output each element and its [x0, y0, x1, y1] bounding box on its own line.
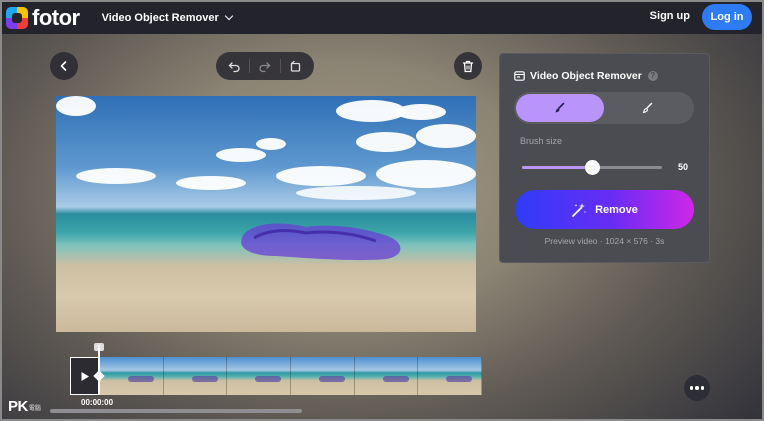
timeline-frame [227, 357, 292, 395]
chevron-left-icon [60, 61, 67, 71]
timeline-frame [100, 357, 164, 395]
play-icon [81, 371, 89, 381]
top-navigation-bar: fotor Video Object Remover Sign up Log i… [2, 2, 762, 34]
app-window: fotor Video Object Remover Sign up Log i… [0, 0, 764, 421]
eraser-mode-button[interactable] [604, 94, 692, 122]
eraser-brush-icon [642, 102, 653, 114]
delete-button[interactable] [454, 52, 482, 80]
trash-icon [462, 60, 474, 72]
signup-link[interactable]: Sign up [650, 10, 690, 22]
product-menu-label: Video Object Remover [101, 12, 219, 24]
timeline-frames [100, 357, 483, 395]
fotor-logo-icon [6, 7, 28, 29]
more-icon [700, 386, 705, 390]
watermark-subtext: 電腦 [28, 406, 41, 412]
more-icon [695, 386, 699, 390]
preview-video-info: Preview video · 1024 × 576 · 3s [544, 236, 665, 246]
redo-button[interactable] [254, 55, 276, 77]
brush-mode-button[interactable] [516, 94, 604, 122]
help-icon[interactable]: ? [647, 71, 658, 81]
frame-mask-mark [319, 376, 346, 382]
video-remover-icon [514, 71, 525, 81]
reset-button[interactable] [284, 55, 306, 77]
remove-button-label: Remove [595, 203, 638, 216]
frame-mask-mark [446, 376, 473, 382]
brush-size-value: 50 [678, 162, 689, 172]
remove-button[interactable]: Remove [515, 190, 694, 229]
current-time: 00:00:00 [81, 398, 114, 407]
timeline-frame [418, 357, 483, 395]
fotor-logo[interactable]: fotor [6, 5, 80, 31]
redo-icon [259, 61, 271, 72]
slider-fill [522, 166, 592, 169]
panel-title-text: Video Object Remover [530, 70, 642, 82]
more-icon [689, 386, 694, 390]
magic-wand-icon [572, 202, 587, 217]
logo-text: fotor [32, 5, 80, 30]
timeline-frame [291, 357, 355, 395]
undo-button[interactable] [224, 55, 246, 77]
reset-icon [290, 60, 300, 72]
watermark-text: PK [8, 398, 28, 415]
undo-icon [228, 61, 240, 72]
history-divider [249, 59, 251, 73]
video-preview-canvas[interactable] [56, 96, 476, 332]
frame-mask-mark [382, 376, 409, 382]
login-button[interactable]: Log in [702, 4, 752, 30]
pk-watermark: PK 電腦 [8, 398, 41, 415]
brush-size-slider[interactable] [522, 160, 662, 175]
frame-mask-mark [191, 376, 218, 382]
frame-mask-mark [255, 376, 282, 382]
timeline-frame [163, 357, 228, 395]
brush-mask-overlay [241, 223, 401, 261]
timeline-scrollbar[interactable] [50, 409, 302, 413]
history-controls [216, 52, 314, 80]
timeline-frame [354, 357, 419, 395]
slider-thumb[interactable] [585, 160, 600, 175]
panel-title: Video Object Remover ? [514, 70, 658, 82]
video-timeline[interactable] [70, 343, 483, 395]
frame-mask-mark [128, 376, 154, 382]
more-options-button[interactable] [684, 375, 710, 401]
chevron-down-icon [224, 11, 234, 21]
object-remover-panel: Video Object Remover ? Brush size 50 Rem… [499, 53, 710, 263]
history-divider [279, 59, 281, 73]
brush-size-label: Brush size [520, 136, 563, 146]
product-menu[interactable]: Video Object Remover [101, 11, 234, 24]
brush-mode-toggle [514, 92, 694, 124]
back-button[interactable] [50, 52, 78, 80]
brush-icon [555, 102, 565, 113]
